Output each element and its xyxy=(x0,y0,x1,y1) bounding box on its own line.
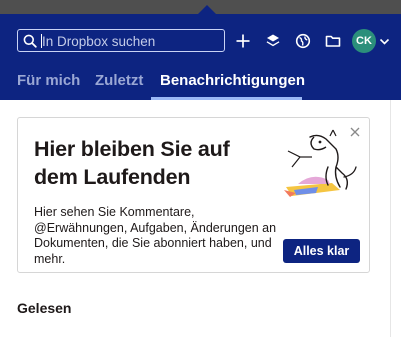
tab-zuletzt[interactable]: Zuletzt xyxy=(95,71,143,100)
tab-label: Für mich xyxy=(17,72,81,89)
tab-fuer-mich[interactable]: Für mich xyxy=(17,71,80,100)
stack-icon[interactable] xyxy=(264,32,282,50)
card-body: Hier sehen Sie Kommentare, @Erwähnungen,… xyxy=(34,205,277,266)
header-bar: CK Für mich Zuletzt Benachrichtigungen xyxy=(0,14,401,100)
scrollbar[interactable] xyxy=(390,100,401,337)
search-input[interactable] xyxy=(42,31,222,51)
globe-icon[interactable] xyxy=(294,32,312,50)
tab-label: Zuletzt xyxy=(95,72,144,89)
section-title-read: Gelesen xyxy=(17,300,72,316)
card-title: Hier bleiben Sie auf dem Laufenden xyxy=(34,137,230,189)
tab-benachrichtigungen[interactable]: Benachrichtigungen xyxy=(151,71,306,100)
tab-label: Benachrichtigungen xyxy=(160,72,306,89)
search-icon xyxy=(23,34,37,48)
onboarding-card: Hier bleiben Sie auf dem Laufenden Hier … xyxy=(17,117,370,273)
plus-icon[interactable] xyxy=(234,32,252,50)
notifications-panel: CK Für mich Zuletzt Benachrichtigungen H… xyxy=(0,0,401,337)
notifications-content: Hier bleiben Sie auf dem Laufenden Hier … xyxy=(0,100,390,337)
chevron-down-icon[interactable] xyxy=(379,36,390,47)
folder-icon[interactable] xyxy=(324,32,342,50)
popover-pointer xyxy=(197,5,217,15)
avatar[interactable]: CK xyxy=(352,29,376,53)
dismiss-button[interactable]: Alles klar xyxy=(283,239,360,263)
dog-illustration xyxy=(284,129,357,197)
search-box[interactable] xyxy=(17,29,225,52)
